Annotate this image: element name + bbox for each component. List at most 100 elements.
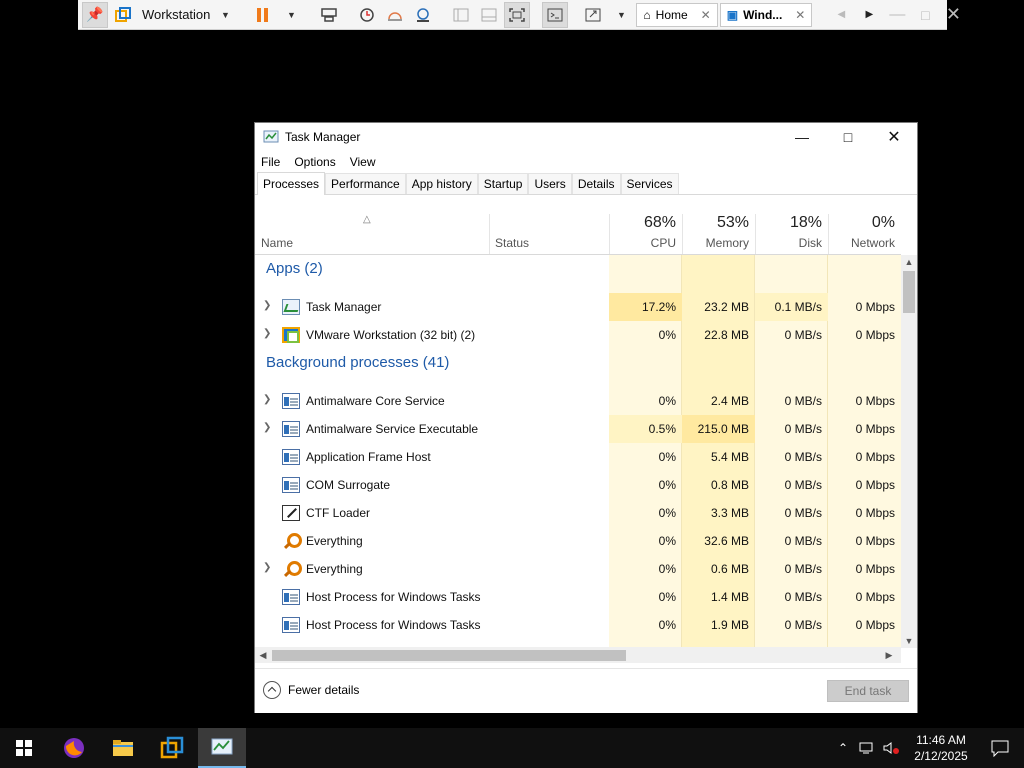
column-header-network[interactable]: 0% Network xyxy=(828,214,901,254)
column-header-row: △ Name Status 68% CPU 53% Memory 18% Dis… xyxy=(255,214,901,255)
clock-time: 11:46 AM xyxy=(916,733,966,747)
stretch-guest-icon[interactable] xyxy=(580,2,606,28)
table-row[interactable]: CTF Loader 0% 3.3 MB 0 MB/s 0 Mbps xyxy=(255,499,901,527)
group-label-background: Background processes (41) xyxy=(266,354,450,371)
close-button[interactable]: ✕ xyxy=(871,123,917,151)
minimize-button[interactable]: — xyxy=(779,123,825,151)
send-ctrl-alt-del-icon[interactable] xyxy=(316,2,342,28)
scroll-down-icon[interactable]: ▼ xyxy=(901,634,917,648)
vm-tab-windows[interactable]: ▣ Wind... ✕ xyxy=(719,2,813,27)
menu-file[interactable]: File xyxy=(261,155,280,169)
tab-scroll-right-icon[interactable]: ▶ xyxy=(856,2,882,28)
start-button[interactable] xyxy=(0,728,48,768)
disk-value: 0 MB/s xyxy=(784,618,822,632)
table-row[interactable]: ❯ Everything 0% 0.6 MB 0 MB/s 0 Mbps xyxy=(255,555,901,583)
clock[interactable]: 11:46 AM 2/12/2025 xyxy=(906,732,976,764)
service-app-icon xyxy=(282,393,300,409)
table-row[interactable]: ❯ Antimalware Service Executable 0.5% 21… xyxy=(255,415,901,443)
scroll-thumb[interactable] xyxy=(903,271,915,313)
chevron-right-icon[interactable]: ❯ xyxy=(263,394,271,405)
scroll-right-icon[interactable]: ▶ xyxy=(881,647,897,663)
tab-startup[interactable]: Startup xyxy=(477,173,529,194)
tab-performance[interactable]: Performance xyxy=(325,173,406,194)
network-icon[interactable] xyxy=(858,740,876,756)
fewer-details-label: Fewer details xyxy=(288,683,360,697)
show-library-icon[interactable] xyxy=(448,2,474,28)
title-bar[interactable]: Task Manager — □ ✕ xyxy=(255,123,917,151)
menu-options[interactable]: Options xyxy=(294,155,335,169)
group-header-apps[interactable]: Apps (2) xyxy=(255,255,901,283)
chevron-down-icon[interactable]: ▼ xyxy=(212,2,238,28)
memory-value: 1.4 MB xyxy=(710,590,749,604)
pause-icon[interactable] xyxy=(250,2,276,28)
fewer-details-button[interactable]: Fewer details xyxy=(263,681,359,699)
tab-users[interactable]: Users xyxy=(528,173,572,194)
scroll-left-icon[interactable]: ◀ xyxy=(255,647,271,663)
vm-tab-home[interactable]: ⌂ Home ✕ xyxy=(636,2,718,27)
vm-icon: ▣ xyxy=(726,7,739,22)
close-icon[interactable]: ✕ xyxy=(701,8,711,22)
table-row[interactable]: Application Frame Host 0% 5.4 MB 0 MB/s … xyxy=(255,443,901,471)
notification-icon[interactable] xyxy=(990,739,1010,757)
chevron-up-icon[interactable]: ⌃ xyxy=(838,741,848,755)
chevron-right-icon[interactable]: ❯ xyxy=(263,328,271,339)
column-header-memory[interactable]: 53% Memory xyxy=(682,214,755,254)
close-icon[interactable]: ✕ xyxy=(940,2,966,28)
pin-icon[interactable]: 📌 xyxy=(82,1,108,28)
tab-strip: Processes Performance App history Startu… xyxy=(255,172,917,195)
group-header-background[interactable]: Background processes (41) xyxy=(255,349,901,377)
column-label-cpu: CPU xyxy=(650,236,676,250)
tab-details[interactable]: Details xyxy=(571,173,621,194)
tab-scroll-left-icon[interactable]: ◀ xyxy=(828,2,854,28)
speaker-muted-icon[interactable] xyxy=(882,740,900,756)
table-row[interactable]: ❯ Antimalware Core Service 0% 2.4 MB 0 M… xyxy=(255,387,901,415)
window-title: Task Manager xyxy=(285,130,361,144)
scroll-thumb[interactable] xyxy=(272,650,626,661)
maximize-icon[interactable]: □ xyxy=(912,2,938,28)
disk-value: 0 MB/s xyxy=(784,562,822,576)
close-icon[interactable]: ✕ xyxy=(795,8,805,22)
vmware-product-label[interactable]: Workstation xyxy=(142,7,210,22)
cpu-value: 0% xyxy=(658,506,676,520)
console-view-icon[interactable] xyxy=(542,1,569,28)
memory-value: 3.3 MB xyxy=(710,506,749,520)
minimize-icon[interactable]: — xyxy=(884,2,910,28)
process-name: Everything xyxy=(306,534,363,548)
task-manager-icon xyxy=(263,130,279,143)
column-header-disk[interactable]: 18% Disk xyxy=(755,214,828,254)
table-row[interactable]: ❯ VMware Workstation (32 bit) (2) 0% 22.… xyxy=(255,321,901,349)
end-task-button[interactable]: End task xyxy=(827,680,909,702)
task-manager-window: Task Manager — □ ✕ File Options View Pro… xyxy=(254,122,918,713)
revert-snapshot-icon[interactable] xyxy=(382,2,408,28)
chevron-right-icon[interactable]: ❯ xyxy=(263,300,271,311)
menu-view[interactable]: View xyxy=(350,155,376,169)
vertical-scrollbar[interactable]: ▲ ▼ xyxy=(901,255,917,648)
tab-processes[interactable]: Processes xyxy=(257,172,326,195)
chevron-right-icon[interactable]: ❯ xyxy=(263,422,271,433)
horizontal-scrollbar[interactable]: ◀ ▶ xyxy=(255,647,901,663)
column-header-status[interactable]: Status xyxy=(489,214,609,254)
snapshot-icon[interactable] xyxy=(354,2,380,28)
task-manager-taskbar-button[interactable] xyxy=(198,728,246,768)
chevron-down-icon[interactable]: ▼ xyxy=(278,2,304,28)
firefox-taskbar-button[interactable] xyxy=(50,728,98,768)
column-header-cpu[interactable]: 68% CPU xyxy=(609,214,682,254)
table-row[interactable]: Host Process for Windows Tasks 0% 1.9 MB… xyxy=(255,611,901,639)
cpu-value: 0% xyxy=(658,618,676,632)
maximize-button[interactable]: □ xyxy=(825,123,871,151)
table-row[interactable]: ❯ Task Manager 17.2% 23.2 MB 0.1 MB/s 0 … xyxy=(255,293,901,321)
table-row[interactable]: Everything 0% 32.6 MB 0 MB/s 0 Mbps xyxy=(255,527,901,555)
tab-app-history[interactable]: App history xyxy=(405,173,478,194)
column-header-name[interactable]: Name xyxy=(255,214,489,254)
tab-services[interactable]: Services xyxy=(620,173,679,194)
table-row[interactable]: Host Process for Windows Tasks 0% 1.4 MB… xyxy=(255,583,901,611)
chevron-right-icon[interactable]: ❯ xyxy=(263,562,271,573)
chevron-down-icon[interactable]: ▼ xyxy=(608,2,634,28)
file-explorer-taskbar-button[interactable] xyxy=(99,728,147,768)
scroll-up-icon[interactable]: ▲ xyxy=(901,255,917,269)
full-screen-icon[interactable] xyxy=(504,1,531,28)
thumbnail-bar-icon[interactable] xyxy=(476,2,502,28)
vmware-taskbar-button[interactable] xyxy=(148,728,196,768)
snapshot-manager-icon[interactable] xyxy=(410,2,436,28)
table-row[interactable]: COM Surrogate 0% 0.8 MB 0 MB/s 0 Mbps xyxy=(255,471,901,499)
